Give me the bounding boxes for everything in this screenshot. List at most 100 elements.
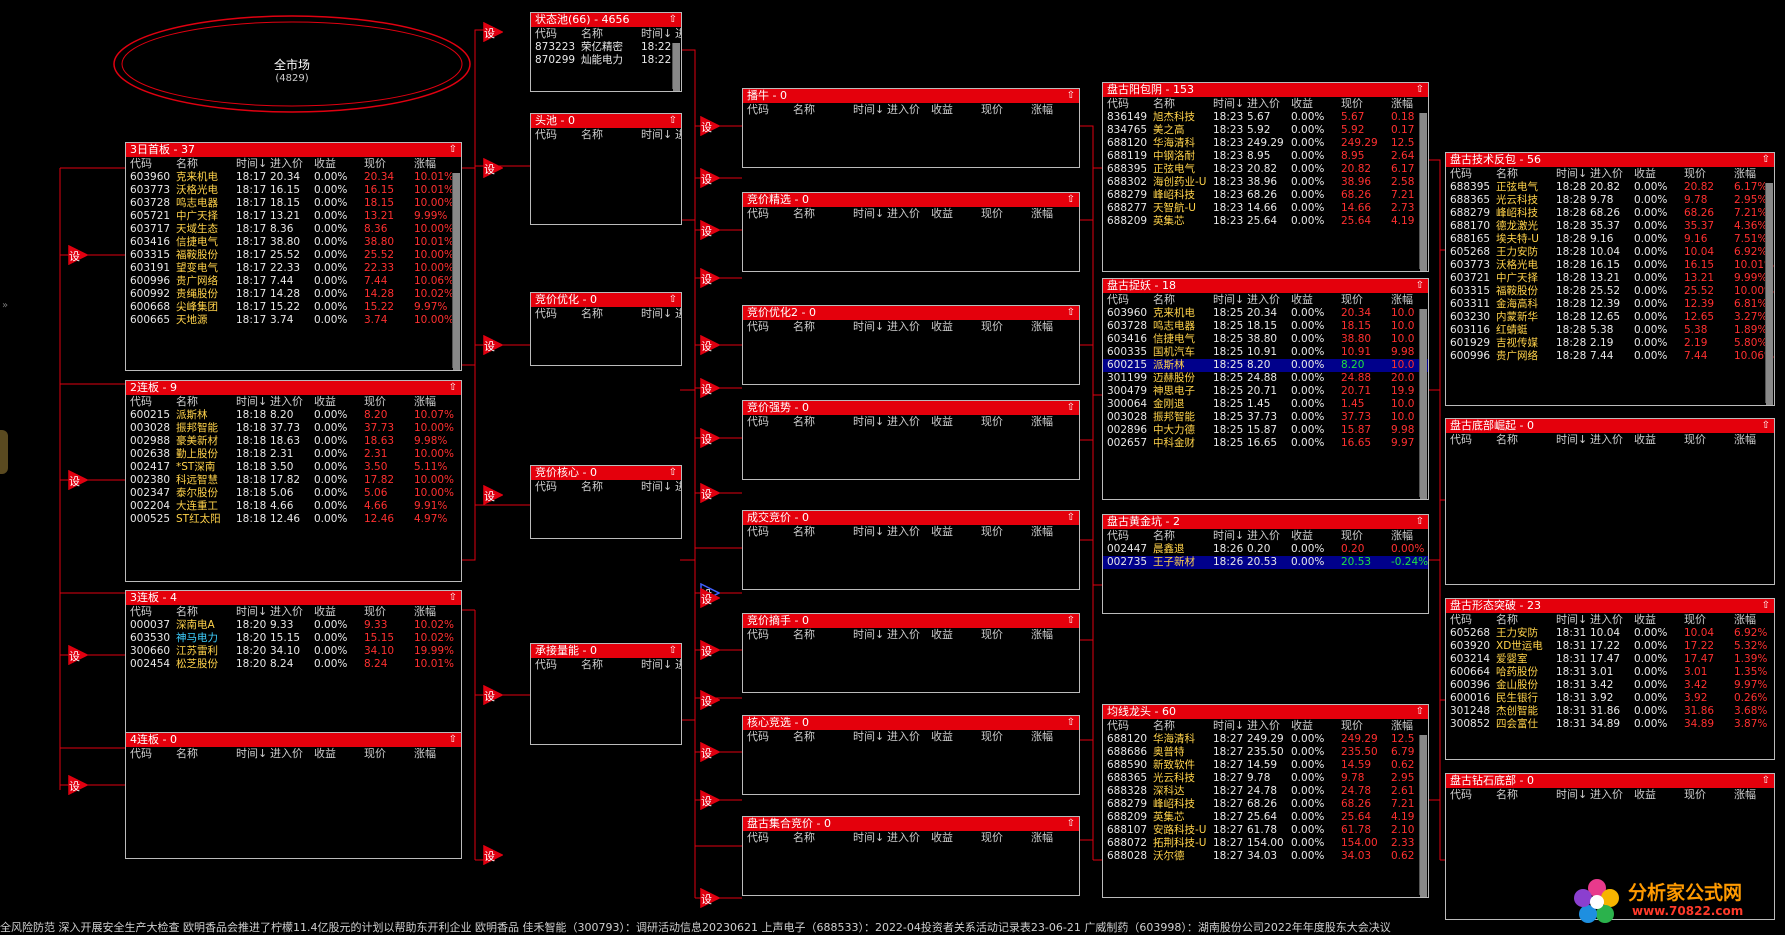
column-header-cell[interactable]: 现价	[364, 395, 414, 409]
column-header-cell[interactable]: 现价	[1684, 167, 1734, 181]
table-row[interactable]: 834765 美之高 18:23 5.92 0.00% 5.92 0.17	[1103, 124, 1428, 137]
stock-panel[interactable]: 盘古黄金坑 - 2 ⇧ 代码 名称 时间↓ 进入价 收益 现价 涨幅 002447 晨鑫退 18:26…	[1102, 514, 1429, 614]
column-header-cell[interactable]: 涨幅	[1031, 525, 1071, 539]
set-button[interactable]: 设	[700, 268, 720, 288]
column-header-cell[interactable]: 代码	[535, 658, 581, 672]
collapse-up-icon[interactable]: ⇧	[1416, 705, 1424, 719]
column-header-cell[interactable]: 进入价	[1247, 97, 1291, 111]
table-row[interactable]: 600016 民生银行 18:31 3.92 0.00% 3.92 0.26%	[1446, 692, 1774, 705]
column-header-cell[interactable]: 涨幅	[414, 747, 454, 761]
column-header-cell[interactable]: 名称	[581, 658, 641, 672]
column-header-cell[interactable]: 时间↓	[853, 103, 887, 117]
set-button[interactable]: 设	[68, 645, 88, 665]
stock-panel[interactable]: 盘古底部崛起 - 0 ⇧ 代码 名称 时间↓ 进入价 收益 现价 涨幅	[1445, 418, 1775, 585]
panel-title[interactable]: 均线龙头 - 60 ⇧	[1103, 705, 1428, 719]
column-header-cell[interactable]: 涨幅	[1734, 167, 1774, 181]
table-row[interactable]: 002380 科远智慧 18:18 17.82 0.00% 17.82 10.00%	[126, 474, 461, 487]
table-row[interactable]: 688209 英集芯 18:27 25.64 0.00% 25.64 4.19	[1103, 811, 1428, 824]
column-header-cell[interactable]: 现价	[364, 605, 414, 619]
column-header-cell[interactable]: 现价	[1684, 613, 1734, 627]
set-button[interactable]: 设	[700, 168, 720, 188]
column-header-cell[interactable]: 时间↓	[1213, 97, 1247, 111]
column-header-cell[interactable]: 名称	[793, 415, 853, 429]
table-row[interactable]: 605268 王力安防 18:28 10.04 0.00% 10.04 6.92%	[1446, 246, 1774, 259]
set-button[interactable]: 设	[483, 22, 503, 42]
table-row[interactable]: 600664 哈药股份 18:31 3.01 0.00% 3.01 1.35%	[1446, 666, 1774, 679]
panel-title[interactable]: 2连板 - 9 ⇧	[126, 381, 461, 395]
collapse-up-icon[interactable]: ⇧	[1067, 817, 1075, 831]
column-header-cell[interactable]: 时间↓	[641, 480, 675, 494]
column-header-cell[interactable]: 代码	[1450, 433, 1496, 447]
column-header-cell[interactable]: 涨幅	[1031, 103, 1071, 117]
column-header-cell[interactable]: 现价	[981, 628, 1031, 642]
stock-panel[interactable]: 状态池(66) - 4656⇧代码名称时间↓进873223荣亿精密18:2287…	[530, 12, 682, 92]
collapse-up-icon[interactable]: ⇧	[1067, 401, 1075, 415]
scrollbar[interactable]	[452, 173, 460, 370]
stock-panel[interactable]: 核心竞选 - 0 ⇧ 代码 名称 时间↓ 进入价 收益 现价 涨幅	[742, 715, 1080, 795]
column-header-cell[interactable]: 名称	[176, 395, 236, 409]
column-header-cell[interactable]: 代码	[747, 831, 793, 845]
table-row[interactable]: 688170 德龙激光 18:28 35.37 0.00% 35.37 4.36%	[1446, 220, 1774, 233]
stock-panel[interactable]: 承接量能 - 0⇧代码名称时间↓进	[530, 643, 682, 745]
scrollbar[interactable]	[1765, 183, 1773, 405]
panel-title[interactable]: 承接量能 - 0 ⇧	[531, 644, 681, 658]
table-row[interactable]: 603315 福鞍股份 18:28 25.52 0.00% 25.52 10.00%	[1446, 285, 1774, 298]
stock-panel[interactable]: 4连板 - 0 ⇧ 代码 名称 时间↓ 进入价 收益 现价 涨幅	[125, 732, 462, 859]
column-header-cell[interactable]: 收益	[931, 730, 981, 744]
column-header-cell[interactable]: 名称	[793, 207, 853, 221]
column-header-cell[interactable]: 现价	[1341, 529, 1391, 543]
column-header-cell[interactable]: 进入价	[1590, 167, 1634, 181]
scrollbar-thumb[interactable]	[1420, 735, 1427, 897]
column-header-cell[interactable]: 名称	[793, 103, 853, 117]
column-header-cell[interactable]: 收益	[1291, 293, 1341, 307]
column-header-cell[interactable]: 时间↓	[1556, 613, 1590, 627]
column-header-cell[interactable]: 现价	[1341, 719, 1391, 733]
table-row[interactable]: 688395 正弦电气 18:28 20.82 0.00% 20.82 6.17%	[1446, 181, 1774, 194]
column-header-cell[interactable]: 涨幅	[414, 605, 454, 619]
set-button[interactable]: 设	[700, 790, 720, 810]
column-header-cell[interactable]: 收益	[931, 103, 981, 117]
column-header-cell[interactable]: 现价	[981, 207, 1031, 221]
column-header-cell[interactable]: 名称	[176, 605, 236, 619]
table-row[interactable]: 688209 英集芯 18:23 25.64 0.00% 25.64 4.19	[1103, 215, 1428, 228]
column-header-cell[interactable]: 时间↓	[641, 307, 675, 321]
table-row[interactable]: 600668 尖峰集团 18:17 15.22 0.00% 15.22 9.97%	[126, 301, 461, 314]
table-row[interactable]: 603230 内蒙新华 18:28 12.65 0.00% 12.65 3.27%	[1446, 311, 1774, 324]
set-button[interactable]: 设	[700, 220, 720, 240]
column-header-cell[interactable]: 进	[675, 307, 681, 321]
column-header-cell[interactable]: 时间↓	[236, 157, 270, 171]
column-header-cell[interactable]: 代码	[1450, 167, 1496, 181]
table-row[interactable]: 603960 克来机电 18:25 20.34 0.00% 20.34 10.0	[1103, 307, 1428, 320]
column-header-cell[interactable]: 名称	[793, 525, 853, 539]
set-button[interactable]: 设	[483, 685, 503, 705]
column-header-cell[interactable]: 收益	[931, 628, 981, 642]
column-header-cell[interactable]: 收益	[931, 831, 981, 845]
table-row[interactable]: 603773 沃格光电 18:28 16.15 0.00% 16.15 10.01%	[1446, 259, 1774, 272]
column-header-cell[interactable]: 代码	[535, 480, 581, 494]
table-row[interactable]: 002204 大连重工 18:18 4.66 0.00% 4.66 9.91%	[126, 500, 461, 513]
collapse-up-icon[interactable]: ⇧	[1067, 193, 1075, 207]
set-button[interactable]: 设	[483, 845, 503, 865]
set-button[interactable]: 设	[483, 485, 503, 505]
set-button[interactable]: 设	[700, 378, 720, 398]
collapse-up-icon[interactable]: ⇧	[669, 114, 677, 128]
panel-title[interactable]: 盘古阳包阴 - 153 ⇧	[1103, 83, 1428, 97]
scrollbar[interactable]	[672, 43, 680, 91]
column-header-cell[interactable]: 代码	[535, 128, 581, 142]
collapse-up-icon[interactable]: ⇧	[1762, 419, 1770, 433]
set-button[interactable]: 设	[700, 588, 720, 608]
column-header-cell[interactable]: 时间↓	[853, 207, 887, 221]
table-row[interactable]: 870299 灿能电力 18:22	[531, 54, 681, 67]
column-header-cell[interactable]: 进入价	[1590, 788, 1634, 802]
collapse-up-icon[interactable]: ⇧	[449, 381, 457, 395]
stock-panel[interactable]: 均线龙头 - 60 ⇧ 代码 名称 时间↓ 进入价 收益 现价 涨幅 688120 华海清科 18:2…	[1102, 704, 1429, 898]
column-header-cell[interactable]: 进入价	[887, 831, 931, 845]
collapse-up-icon[interactable]: ⇧	[449, 591, 457, 605]
table-row[interactable]: 688302 海创药业-U 18:23 38.96 0.00% 38.96 2.58	[1103, 176, 1428, 189]
column-header-cell[interactable]: 名称	[581, 307, 641, 321]
column-header-cell[interactable]: 收益	[314, 747, 364, 761]
column-header-cell[interactable]: 名称	[1153, 719, 1213, 733]
table-row[interactable]: 688107 安路科技-U 18:27 61.78 0.00% 61.78 2.10	[1103, 824, 1428, 837]
scrollbar-thumb[interactable]	[1420, 113, 1427, 271]
table-row[interactable]: 688590 新致软件 18:27 14.59 0.00% 14.59 0.62	[1103, 759, 1428, 772]
